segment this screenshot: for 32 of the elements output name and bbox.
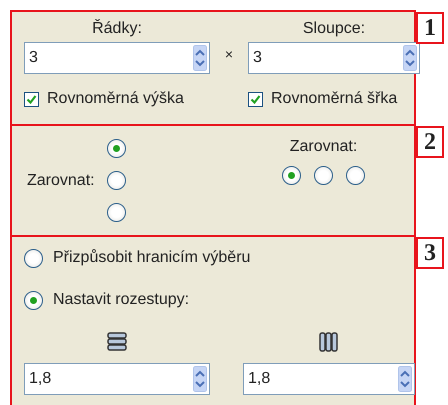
spin-arrows-icon[interactable]: [398, 366, 412, 392]
number-field[interactable]: 1,8: [243, 363, 415, 395]
radio-button[interactable]: [24, 290, 43, 310]
section-number: 1: [416, 12, 444, 44]
spin-arrows-icon[interactable]: [193, 366, 207, 392]
section-number: 2: [416, 126, 444, 158]
radio-button[interactable]: [346, 166, 365, 185]
radio-label: Nastavit rozestupy:: [53, 291, 190, 309]
checkbox-label: Rovnoměrná výška: [47, 90, 184, 108]
radio-button[interactable]: [106, 171, 126, 190]
checkbox-label: Rovnoměrná šřka: [271, 90, 398, 108]
radio-button[interactable]: [282, 166, 301, 185]
radio-button[interactable]: [314, 166, 333, 185]
field-label: Sloupce:: [302, 20, 366, 38]
checkbox[interactable]: [248, 92, 263, 106]
checkbox[interactable]: [24, 92, 39, 106]
number-field[interactable]: 1,8: [24, 363, 210, 395]
times-sign: ×: [224, 45, 234, 62]
radio-button[interactable]: [24, 248, 43, 268]
column-spacing-icon: [318, 331, 340, 353]
radio-label: Přizpůsobit hranicím výběru: [53, 249, 250, 267]
row-spacing-icon: [106, 331, 128, 353]
align-label: Zarovnat:: [27, 172, 95, 190]
spin-arrows-icon[interactable]: [403, 45, 417, 71]
number-field[interactable]: 3: [24, 42, 210, 74]
section-number: 3: [416, 237, 444, 269]
spin-arrows-icon[interactable]: [193, 45, 207, 71]
radio-button[interactable]: [106, 203, 126, 222]
field-label: Řádky:: [91, 20, 143, 38]
number-field[interactable]: 3: [248, 42, 420, 74]
align-label: Zarovnat:: [290, 138, 358, 156]
radio-button[interactable]: [106, 139, 126, 158]
